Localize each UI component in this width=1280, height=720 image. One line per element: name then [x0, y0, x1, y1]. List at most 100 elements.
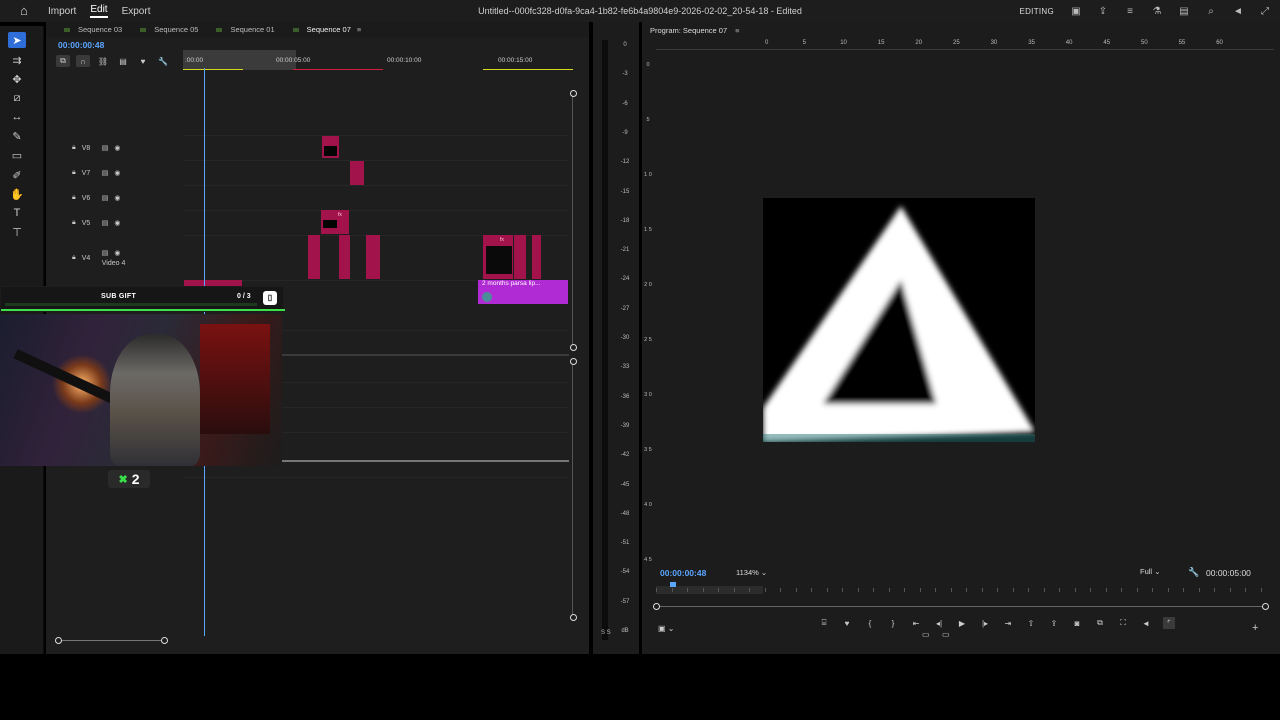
selection-tool-icon[interactable]: ➤	[8, 32, 26, 48]
lock-icon[interactable]: 🔒︎	[72, 254, 76, 262]
audio-volume-icon[interactable]: ◄	[1231, 4, 1245, 18]
program-settings-icon[interactable]: ▣ ⌄	[658, 624, 674, 633]
tab-menu-icon[interactable]: ≡	[357, 25, 361, 34]
tab-sequence-05[interactable]: Sequence 05	[140, 22, 198, 38]
track-header-v4[interactable]: 🔒︎ V4 ▤ ◉ Video 4	[72, 240, 182, 276]
program-scroll-handle[interactable]	[1262, 603, 1269, 610]
workspaces-menu-icon[interactable]: ≡	[1123, 4, 1137, 18]
track-header-v8[interactable]: 🔒︎ V8 ▤ ◉	[72, 136, 182, 160]
step-forward-icon[interactable]: |▸	[979, 617, 991, 629]
workspace-mode[interactable]: EDITING	[1019, 7, 1054, 16]
lock-icon[interactable]: 🔒︎	[72, 194, 76, 202]
snap-icon[interactable]: ∩	[76, 55, 90, 67]
marker-icon[interactable]: ♥	[136, 55, 150, 67]
program-timecode[interactable]: 00:00:00:48	[660, 568, 706, 578]
tab-sequence-01[interactable]: Sequence 01	[216, 22, 275, 38]
ripple-edit-tool-icon[interactable]: ✥	[8, 71, 26, 87]
settings-wrench-icon[interactable]: 🔧	[156, 55, 170, 67]
time-ruler[interactable]: :00:00 00:00:05:00 00:00:10:00 00:00:15:…	[183, 50, 575, 70]
home-icon[interactable]: ⌂	[20, 4, 34, 18]
marker-icon[interactable]: ♥	[841, 617, 853, 629]
sync-lock-icon[interactable]: ▤	[102, 249, 109, 257]
program-playhead[interactable]	[670, 582, 676, 587]
settings-wrench-icon[interactable]: 🔧	[1188, 567, 1199, 578]
eye-icon[interactable]: ◉	[114, 194, 120, 202]
vr-icon[interactable]: ⛶	[1117, 617, 1129, 629]
export-frame-icon[interactable]: ⌸	[818, 617, 830, 629]
meter-solo-buttons[interactable]: S S	[601, 630, 611, 636]
proxy-toggle-icon[interactable]: ▭	[922, 630, 930, 639]
audio-scroll-handle[interactable]	[570, 614, 577, 621]
feedback-icon[interactable]: ▤	[1177, 4, 1191, 18]
program-menu-icon[interactable]: ≡	[735, 26, 739, 35]
zoom-handle-left[interactable]	[55, 637, 62, 644]
lift-icon[interactable]: ⇧	[1025, 617, 1037, 629]
eye-icon[interactable]: ◉	[114, 144, 120, 152]
lock-icon[interactable]: 🔒︎	[72, 219, 76, 227]
go-to-in-icon[interactable]: ⇤	[910, 617, 922, 629]
video-scroll-handle[interactable]	[570, 344, 577, 351]
type-tool-icon[interactable]: T	[8, 205, 26, 221]
slip-tool-icon[interactable]: ↔	[8, 109, 26, 125]
safe-margins-icon[interactable]: ⌜	[1163, 617, 1175, 629]
timeline-clip[interactable]	[350, 161, 364, 185]
rectangle-tool-icon[interactable]: ▭	[8, 147, 26, 163]
mark-in-icon[interactable]: {	[864, 617, 876, 629]
lock-icon[interactable]: 🔒︎	[72, 144, 76, 152]
menu-edit[interactable]: Edit	[90, 4, 108, 18]
track-header-v5[interactable]: 🔒︎ V5 ▤ ◉	[72, 211, 182, 235]
camera-icon[interactable]: ◙	[1071, 617, 1083, 629]
comparison-view-icon[interactable]: ⧉	[1094, 617, 1106, 629]
step-back-icon[interactable]: ◂|	[933, 617, 945, 629]
pen-tool-icon[interactable]: ✎	[8, 128, 26, 144]
timeline-clip[interactable]	[366, 235, 380, 279]
menu-export[interactable]: Export	[122, 6, 151, 17]
beta-flask-icon[interactable]: ⚗	[1150, 4, 1164, 18]
hand-tool-icon[interactable]: ✋	[8, 186, 26, 202]
multicam-icon[interactable]: ▭	[942, 630, 950, 639]
timeline-clip[interactable]	[532, 235, 541, 279]
fullscreen-icon[interactable]: ⤢	[1258, 4, 1272, 18]
timeline-clip[interactable]	[308, 235, 320, 279]
add-button-icon[interactable]: +	[1252, 622, 1258, 634]
panel-toggle-icon[interactable]: ▣	[1069, 4, 1083, 18]
captions-icon[interactable]: ▤	[116, 55, 130, 67]
mark-out-icon[interactable]: }	[887, 617, 899, 629]
menu-import[interactable]: Import	[48, 6, 76, 17]
eye-icon[interactable]: ◉	[114, 249, 120, 257]
timeline-clip[interactable]	[339, 235, 350, 279]
track-select-tool-icon[interactable]: ⇉	[8, 52, 26, 68]
eye-icon[interactable]: ◉	[114, 169, 120, 177]
eye-icon[interactable]: ◉	[114, 219, 120, 227]
linked-selection-icon[interactable]: ⛓	[96, 55, 110, 67]
pencil-tool-icon[interactable]: ✐	[8, 167, 26, 183]
tab-sequence-03[interactable]: Sequence 03	[64, 22, 122, 38]
track-header-v6[interactable]: 🔒︎ V6 ▤ ◉	[72, 186, 182, 210]
video-scroll-handle[interactable]	[570, 90, 577, 97]
timeline-clip[interactable]	[514, 235, 526, 279]
program-scrub-bar[interactable]	[656, 582, 1274, 594]
program-scroll-handle[interactable]	[653, 603, 660, 610]
nest-icon[interactable]: ⧉	[56, 55, 70, 67]
play-icon[interactable]: ▶	[956, 617, 968, 629]
sync-lock-icon[interactable]: ▤	[102, 194, 109, 202]
share-icon[interactable]: ⇪	[1096, 4, 1110, 18]
zoom-handle-right[interactable]	[161, 637, 168, 644]
tab-sequence-07[interactable]: Sequence 07 ≡	[292, 22, 361, 38]
zoom-scrollbar[interactable]	[60, 640, 166, 641]
playback-resolution-select[interactable]: Full ⌄	[1140, 567, 1160, 576]
caption-tool-icon[interactable]: ⊤	[8, 224, 26, 240]
speaker-icon[interactable]: ◄	[1140, 617, 1152, 629]
lock-icon[interactable]: 🔒︎	[72, 169, 76, 177]
extract-icon[interactable]: ⇪	[1048, 617, 1060, 629]
track-header-v7[interactable]: 🔒︎ V7 ▤ ◉	[72, 161, 182, 185]
audio-scroll-handle[interactable]	[570, 358, 577, 365]
sync-lock-icon[interactable]: ▤	[102, 219, 109, 227]
search-icon[interactable]: ⌕	[1204, 4, 1218, 18]
sync-lock-icon[interactable]: ▤	[102, 144, 109, 152]
razor-tool-icon[interactable]: ⧄	[8, 90, 26, 106]
program-frame[interactable]	[763, 198, 1035, 442]
timeline-timecode[interactable]: 00:00:00:48	[58, 40, 104, 50]
go-to-out-icon[interactable]: ⇥	[1002, 617, 1014, 629]
sync-lock-icon[interactable]: ▤	[102, 169, 109, 177]
